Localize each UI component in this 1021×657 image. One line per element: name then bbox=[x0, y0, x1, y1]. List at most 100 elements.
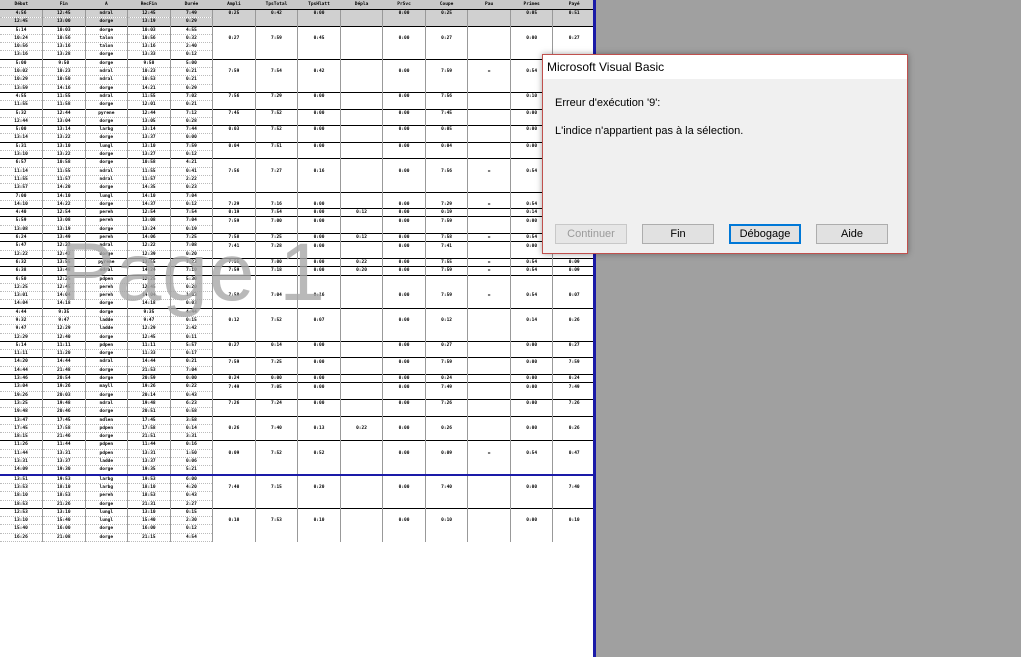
table-cell[interactable] bbox=[467, 491, 511, 501]
table-cell[interactable]: 13:14 bbox=[0, 133, 44, 143]
table-cell[interactable] bbox=[212, 507, 256, 517]
table-cell[interactable]: 6:32 bbox=[0, 257, 44, 268]
table-cell[interactable] bbox=[340, 324, 384, 334]
table-cell[interactable]: 0:00 bbox=[297, 398, 341, 408]
table-cell[interactable]: 7:54 bbox=[255, 208, 299, 217]
table-cell[interactable]: 0:00 bbox=[382, 108, 426, 118]
table-cell[interactable]: 5:00 bbox=[0, 125, 44, 135]
table-cell[interactable]: 21:48 bbox=[42, 366, 86, 376]
table-cell[interactable]: larbg bbox=[85, 125, 129, 135]
table-cell[interactable]: pereh bbox=[85, 232, 129, 243]
table-cell[interactable]: dorge bbox=[85, 333, 129, 342]
table-cell[interactable]: 20:54 bbox=[42, 374, 86, 384]
table-cell[interactable] bbox=[467, 374, 511, 383]
table-cell[interactable]: 7:18 bbox=[255, 266, 299, 275]
table-cell[interactable]: 5:57 bbox=[170, 340, 214, 351]
table-cell[interactable] bbox=[382, 533, 426, 542]
table-cell[interactable]: 13:37 bbox=[127, 457, 171, 467]
table-cell[interactable]: 0:27 bbox=[212, 340, 256, 350]
table-cell[interactable] bbox=[212, 25, 256, 35]
table-cell[interactable] bbox=[425, 500, 469, 509]
table-cell[interactable]: 0:00 bbox=[382, 357, 426, 367]
table-cell[interactable]: 13:10 bbox=[0, 516, 44, 526]
table-cell[interactable] bbox=[467, 175, 511, 184]
table-cell[interactable]: 0:04 bbox=[212, 141, 256, 151]
table-cell[interactable]: 9:32 bbox=[0, 316, 44, 326]
table-cell[interactable]: 0:43 bbox=[170, 491, 214, 501]
table-cell[interactable]: 0:09 bbox=[425, 449, 469, 458]
table-cell[interactable] bbox=[510, 491, 554, 501]
table-cell[interactable] bbox=[297, 299, 341, 309]
table-cell[interactable] bbox=[340, 42, 384, 51]
table-cell[interactable]: 7:02 bbox=[170, 91, 214, 102]
table-cell[interactable] bbox=[297, 58, 341, 68]
table-cell[interactable]: pdpen bbox=[85, 424, 129, 434]
table-cell[interactable]: = bbox=[467, 167, 511, 176]
table-cell[interactable] bbox=[212, 150, 256, 159]
table-cell[interactable] bbox=[510, 366, 554, 375]
table-cell[interactable] bbox=[340, 407, 384, 417]
table-cell[interactable] bbox=[552, 324, 593, 334]
table-cell[interactable] bbox=[255, 507, 299, 517]
table-cell[interactable]: 21:53 bbox=[127, 366, 171, 376]
table-cell[interactable] bbox=[255, 17, 299, 27]
table-cell[interactable]: 7:59 bbox=[170, 141, 214, 152]
table-cell[interactable]: 0:00 bbox=[382, 67, 426, 76]
table-cell[interactable]: 7:59 bbox=[212, 67, 256, 76]
table-cell[interactable]: 0:00 bbox=[297, 141, 341, 151]
table-cell[interactable]: dorge bbox=[85, 58, 129, 69]
table-cell[interactable] bbox=[425, 100, 469, 110]
table-cell[interactable]: 19:26 bbox=[42, 382, 86, 392]
table-cell[interactable] bbox=[382, 491, 426, 501]
table-cell[interactable]: 13:37 bbox=[127, 133, 171, 143]
table-cell[interactable]: mayll bbox=[85, 382, 129, 392]
table-cell[interactable]: 11:55 bbox=[127, 91, 171, 102]
table-cell[interactable]: pereh bbox=[85, 491, 129, 501]
table-cell[interactable]: 0:00 bbox=[382, 516, 426, 525]
table-cell[interactable]: 14:18 bbox=[127, 299, 171, 309]
table-cell[interactable] bbox=[467, 117, 511, 126]
table-cell[interactable] bbox=[382, 432, 426, 441]
table-cell[interactable]: 12:44 bbox=[127, 108, 171, 118]
table-cell[interactable]: 0:09 bbox=[552, 266, 593, 275]
table-cell[interactable] bbox=[467, 299, 511, 309]
table-cell[interactable]: 21:26 bbox=[42, 500, 86, 509]
table-cell[interactable]: 12:54 bbox=[42, 208, 86, 218]
table-cell[interactable]: 16:00 bbox=[127, 524, 171, 534]
table-cell[interactable] bbox=[340, 465, 384, 475]
table-cell[interactable]: 0:14 bbox=[255, 340, 299, 350]
table-cell[interactable] bbox=[340, 9, 384, 18]
table-cell[interactable] bbox=[255, 283, 299, 292]
table-cell[interactable]: 7:26 bbox=[425, 398, 469, 408]
table-cell[interactable] bbox=[467, 432, 511, 441]
table-cell[interactable] bbox=[467, 382, 511, 392]
table-cell[interactable] bbox=[467, 316, 511, 325]
table-cell[interactable] bbox=[212, 183, 256, 193]
table-cell[interactable] bbox=[467, 415, 511, 425]
table-cell[interactable]: 13:49 bbox=[42, 232, 86, 243]
table-cell[interactable] bbox=[340, 366, 384, 375]
table-cell[interactable] bbox=[382, 500, 426, 509]
table-cell[interactable]: 0:12 bbox=[170, 50, 214, 60]
table-cell[interactable]: 0:00 bbox=[510, 483, 554, 492]
table-cell[interactable] bbox=[297, 17, 341, 27]
table-cell[interactable] bbox=[212, 432, 256, 441]
table-cell[interactable] bbox=[467, 507, 511, 517]
table-cell[interactable]: 13:14 bbox=[42, 125, 86, 135]
table-cell[interactable] bbox=[382, 42, 426, 51]
table-cell[interactable] bbox=[340, 524, 384, 534]
table-cell[interactable]: 13:53 bbox=[0, 483, 44, 493]
table-cell[interactable]: 13:01 bbox=[0, 291, 44, 301]
table-cell[interactable]: 0:00 bbox=[297, 241, 341, 251]
table-cell[interactable]: 7:00 bbox=[0, 191, 44, 201]
table-cell[interactable] bbox=[552, 17, 593, 27]
table-cell[interactable] bbox=[425, 349, 469, 358]
table-cell[interactable]: 14:09 bbox=[0, 465, 44, 476]
table-cell[interactable]: 3:31 bbox=[170, 432, 214, 442]
table-cell[interactable]: 14:04 bbox=[42, 291, 86, 301]
table-cell[interactable] bbox=[297, 473, 341, 484]
table-cell[interactable]: 7:41 bbox=[212, 241, 256, 251]
table-cell[interactable]: 12:40 bbox=[42, 333, 86, 342]
table-cell[interactable]: 7:08 bbox=[170, 241, 214, 251]
table-cell[interactable]: 11:57 bbox=[42, 175, 86, 185]
